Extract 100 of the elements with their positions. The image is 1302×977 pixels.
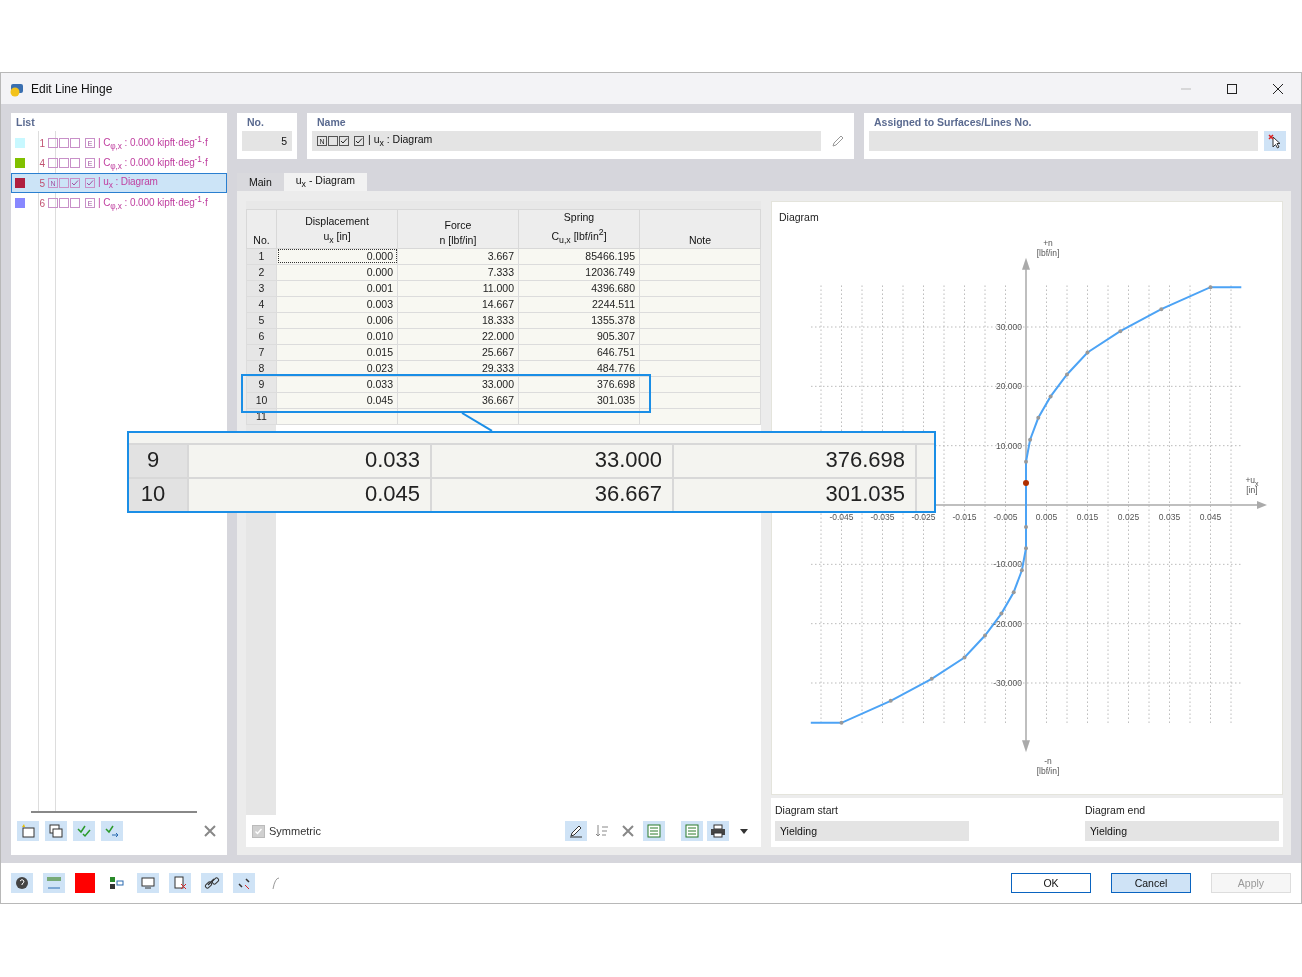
copy-button[interactable]	[45, 821, 67, 841]
export-button[interactable]	[643, 821, 665, 841]
row-number: 9	[129, 445, 187, 477]
view-icon[interactable]	[137, 873, 159, 893]
checkbox-flag-icon	[85, 178, 95, 188]
item-number: 6	[38, 197, 45, 209]
help-icon[interactable]	[11, 873, 33, 893]
item-number: 1	[38, 137, 45, 149]
new-item-button[interactable]	[17, 821, 39, 841]
diagram-start-field[interactable]: Yielding	[775, 821, 969, 841]
table-cell: 301.035	[672, 479, 915, 511]
edit-button[interactable]	[565, 821, 587, 841]
checkbox-flag-icon	[339, 136, 349, 146]
assigned-field[interactable]	[869, 131, 1258, 151]
sort-icon	[594, 823, 610, 839]
diagram-end-field[interactable]: Yielding	[1085, 821, 1279, 841]
axis-label: -n	[1044, 756, 1052, 766]
column-header[interactable]: Note	[639, 209, 761, 249]
x-tick-label: 0.005	[1035, 512, 1058, 522]
color-swatch-icon[interactable]	[75, 873, 95, 893]
column-header[interactable]: No.	[246, 209, 277, 249]
empty-flag-icon	[328, 136, 338, 146]
x-tick-label: -0.035	[870, 512, 895, 522]
table-cell: 36.667	[430, 479, 672, 511]
assigned-label: Assigned to Surfaces/Lines No.	[873, 115, 1033, 130]
column-header[interactable]: Force n [lbf/in]	[397, 209, 519, 249]
unlink-icon[interactable]	[233, 873, 255, 893]
swap-check-icon	[104, 823, 120, 839]
data-point	[1065, 372, 1069, 377]
dialog-button[interactable]: Cancel	[1111, 873, 1191, 893]
data-point	[1019, 568, 1024, 573]
data-point	[1024, 546, 1028, 551]
edit-icon	[568, 823, 584, 839]
data-point	[1036, 415, 1041, 420]
new-item-icon	[20, 823, 36, 839]
print-button[interactable]	[707, 821, 729, 841]
export-icon	[646, 823, 662, 839]
data-point	[999, 611, 1004, 616]
data-point	[1028, 437, 1033, 442]
axis-label: [lbf/in]	[1036, 766, 1060, 776]
check-all-button[interactable]	[73, 821, 95, 841]
y-tick-label: 30.000	[996, 322, 1022, 332]
y-tick-label: 20.000	[996, 381, 1022, 392]
link-icon[interactable]	[201, 873, 223, 893]
number-field[interactable]: 5	[242, 131, 292, 151]
data-point	[1048, 394, 1053, 399]
start-point	[1023, 480, 1029, 486]
maximize-icon	[1227, 83, 1237, 94]
x-tick-label: -0.005	[993, 512, 1018, 522]
data-point	[962, 655, 967, 660]
row-number: 10	[129, 479, 187, 511]
table-cell: 33.000	[430, 445, 672, 477]
data-point	[1118, 329, 1123, 334]
edit-name-icon	[830, 133, 846, 149]
symmetric-label: Symmetric	[269, 825, 322, 837]
data-point	[1024, 459, 1028, 464]
unassign-icon[interactable]	[169, 873, 191, 893]
data-point	[929, 676, 934, 681]
data-point	[983, 633, 987, 638]
y-tick-label: -30.000	[993, 678, 1022, 688]
column-header[interactable]: Spring C$_{u,x}$ [lbf/in$^{2}$]	[518, 209, 640, 249]
axis-label: [lbf/in]	[1036, 248, 1060, 258]
tab[interactable]: u$_{x}$ - Diagram	[283, 173, 367, 191]
x-tick-label: -0.015	[952, 512, 977, 522]
diagram-end-label: Diagram end	[1085, 804, 1147, 816]
table-cell: 0.045	[187, 479, 430, 511]
pick-icon	[1267, 133, 1283, 149]
table-cell: 0.033	[187, 445, 430, 477]
delete-icon	[202, 823, 218, 839]
x-tick-label: 0.045	[1199, 512, 1222, 522]
delete-row-icon	[620, 823, 636, 839]
data-point	[1085, 350, 1090, 355]
check-all-icon	[76, 823, 92, 839]
diagram-start-label: Diagram start	[775, 804, 839, 816]
data-point	[1159, 307, 1164, 312]
y-tick-label: 10.000	[996, 440, 1022, 451]
copy-icon	[48, 823, 64, 839]
checkbox-flag-icon	[70, 178, 80, 188]
window-title: Edit Line Hinge	[31, 81, 114, 96]
list-title: List	[15, 115, 36, 130]
decimal-places-icon[interactable]	[43, 873, 65, 893]
x-tick-label: 0.015	[1076, 512, 1099, 522]
x-tick-label: 0.035	[1158, 512, 1181, 522]
pick-button[interactable]	[1264, 131, 1286, 151]
y-tick-label: -10.000	[993, 559, 1022, 570]
dialog-button[interactable]: OK	[1011, 873, 1091, 893]
x-tick-label: 0.025	[1117, 512, 1140, 522]
column-header[interactable]: Displacement u$_{x}$ [in]	[276, 209, 398, 249]
swap-check-button[interactable]	[101, 821, 123, 841]
item-text: | C$_{φ,x}$ : 0.000 kipft·deg$^{-1}$·f	[98, 134, 208, 152]
data-point	[888, 698, 893, 703]
x-tick-label: -0.025	[911, 512, 936, 522]
print-icon	[710, 823, 726, 839]
item-text: | C$_{φ,x}$ : 0.000 kipft·deg$^{-1}$·f	[98, 154, 208, 172]
item-text: | C$_{φ,x}$ : 0.000 kipft·deg$^{-1}$·f	[98, 194, 208, 212]
diagram-title: Diagram	[778, 210, 820, 223]
checkbox-flag-icon	[354, 136, 364, 146]
number-label: No.	[246, 115, 265, 130]
scrollbar[interactable]	[31, 811, 197, 813]
x-tick-label: -0.045	[829, 512, 854, 522]
